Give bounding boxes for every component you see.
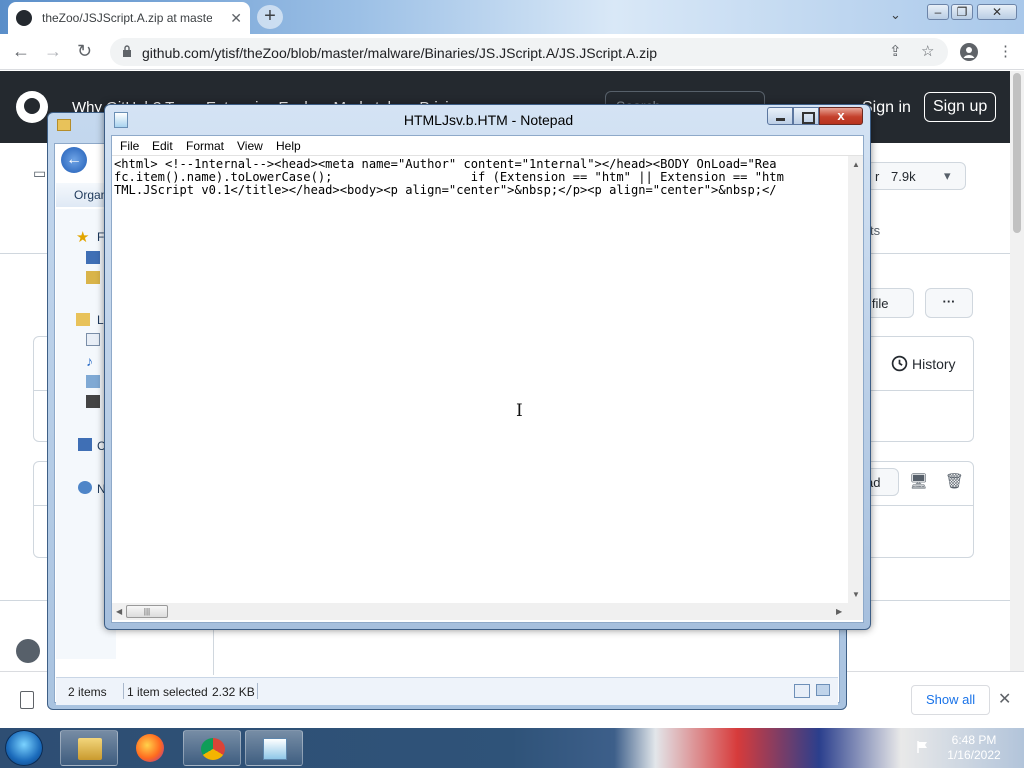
back-arrow-icon[interactable]: ←: [12, 41, 30, 62]
status-selected: 1 item selected: [127, 685, 208, 699]
start-button[interactable]: [5, 730, 43, 766]
status-item-count: 2 items: [68, 685, 107, 699]
history-clock-icon: [891, 355, 908, 372]
tab-partial-label[interactable]: ts: [870, 223, 880, 238]
desktop-nav-icon[interactable]: [86, 251, 100, 264]
browser-tab-title: theZoo/JSJScript.A.zip at master: [42, 11, 212, 25]
download-file-icon[interactable]: [20, 691, 34, 709]
profile-avatar-icon[interactable]: [960, 43, 978, 61]
notepad-window: HTMLJsv.b.HTM - Notepad x File Edit Form…: [104, 104, 871, 630]
browser-minimize-button[interactable]: –: [927, 4, 949, 20]
scroll-right-arrow-icon[interactable]: ▶: [836, 607, 842, 616]
details-view-icon[interactable]: [794, 684, 810, 698]
music-icon[interactable]: ♪: [86, 353, 93, 369]
taskbar-chrome-button[interactable]: [183, 730, 241, 766]
large-icons-view-icon[interactable]: [816, 684, 830, 696]
notepad-text-area[interactable]: <html> <!--1nternal--><head><meta name="…: [114, 158, 847, 603]
sign-up-button[interactable]: Sign up: [924, 92, 997, 122]
browser-restore-button[interactable]: ❐: [951, 4, 973, 20]
new-tab-button[interactable]: +: [257, 5, 283, 29]
bookmark-star-icon[interactable]: ☆: [921, 42, 934, 60]
notepad-horizontal-scrollbar[interactable]: ◀ ||| ▶: [112, 603, 848, 620]
github-logo-icon[interactable]: [16, 91, 48, 123]
menu-format[interactable]: Format: [186, 139, 224, 153]
desktop-icon[interactable]: 🖥: [909, 472, 928, 490]
page-scrollbar[interactable]: [1010, 71, 1024, 671]
lock-icon: [123, 45, 131, 57]
address-url: github.com/ytisf/theZoo/blob/master/malw…: [142, 45, 658, 61]
browser-close-button[interactable]: ✕: [977, 4, 1017, 20]
notepad-client: File Edit Format View Help <html> <!--1n…: [111, 135, 864, 623]
notepad-title: HTMLJsv.b.HTM - Notepad: [403, 112, 574, 128]
browser-toolbar: ← → ↻ github.com/ytisf/theZoo/blob/maste…: [0, 34, 1024, 70]
menu-file[interactable]: File: [120, 139, 139, 153]
fork-count: 7.9k: [891, 169, 916, 184]
documents-icon[interactable]: [86, 333, 100, 346]
computer-icon: [78, 438, 92, 451]
notepad-icon: [263, 738, 287, 760]
chrome-icon: [201, 738, 225, 760]
windows-taskbar: [0, 728, 1024, 768]
notepad-menubar: File Edit Format View Help: [112, 136, 863, 156]
notepad-close-button[interactable]: x: [819, 107, 863, 125]
network-icon: [78, 481, 92, 494]
trash-icon[interactable]: 🗑: [945, 472, 964, 490]
size-grip[interactable]: [848, 603, 863, 620]
repo-icon: ▭: [33, 165, 47, 181]
browser-tab-strip: theZoo/JSJScript.A.zip at master ✕ + ⌄ –…: [0, 0, 1024, 34]
text-cursor-icon: I: [516, 401, 523, 421]
show-all-downloads-button[interactable]: Show all: [911, 685, 991, 715]
menu-view[interactable]: View: [237, 139, 263, 153]
more-options-button[interactable]: ···: [925, 288, 973, 318]
explorer-status-bar: 2 items 1 item selected 2.32 KB: [56, 677, 838, 705]
notepad-maximize-button[interactable]: [793, 107, 819, 125]
taskbar-explorer-button[interactable]: [60, 730, 118, 766]
reload-icon[interactable]: ↻: [77, 41, 92, 62]
firefox-icon[interactable]: [136, 734, 164, 762]
libraries-icon: [76, 313, 90, 326]
browser-menu-icon[interactable]: ⋮: [998, 42, 1013, 60]
folder-icon: [57, 119, 71, 131]
history-link[interactable]: History: [912, 356, 956, 372]
tab-search-chevron-icon[interactable]: ⌄: [890, 7, 901, 23]
fork-label-partial: r: [875, 169, 880, 184]
horizontal-scroll-thumb[interactable]: |||: [126, 605, 168, 618]
explorer-back-icon[interactable]: ←: [61, 147, 87, 173]
browser-tab[interactable]: theZoo/JSJScript.A.zip at master ✕: [8, 2, 250, 34]
github-favicon-icon: [16, 10, 32, 26]
videos-icon[interactable]: [86, 395, 100, 408]
clock-time: 6:48 PM: [951, 733, 997, 747]
tab-close-icon[interactable]: ✕: [230, 10, 242, 27]
scroll-down-arrow-icon[interactable]: ▼: [852, 590, 860, 599]
github-footer-logo-icon[interactable]: [16, 639, 40, 663]
taskbar-notepad-button[interactable]: [245, 730, 303, 766]
clock-date: 1/16/2022: [947, 748, 1001, 762]
downloads-close-icon[interactable]: ✕: [998, 689, 1011, 709]
action-center-flag-icon[interactable]: [916, 740, 930, 754]
pictures-icon[interactable]: [86, 375, 100, 388]
scroll-up-arrow-icon[interactable]: ▲: [852, 160, 860, 169]
notepad-minimize-button[interactable]: [767, 107, 793, 125]
menu-edit[interactable]: Edit: [152, 139, 173, 153]
menu-help[interactable]: Help: [276, 139, 301, 153]
notepad-vertical-scrollbar[interactable]: ▲ ▼: [848, 156, 863, 603]
downloads-nav-icon[interactable]: [86, 271, 100, 284]
system-clock[interactable]: 6:48 PM 1/16/2022: [944, 733, 1004, 763]
status-size: 2.32 KB: [212, 685, 255, 699]
text-line: TML.JScript v0.1</title></head><body><p …: [114, 183, 777, 197]
favorites-star-icon: ★: [76, 229, 90, 246]
scroll-left-arrow-icon[interactable]: ◀: [116, 607, 122, 616]
chevron-down-icon[interactable]: ▾: [944, 168, 951, 184]
address-bar[interactable]: github.com/ytisf/theZoo/blob/master/malw…: [110, 38, 948, 66]
fork-counter[interactable]: r 7.9k ▾: [866, 162, 966, 190]
share-icon[interactable]: ⇪: [889, 42, 902, 60]
forward-arrow-icon[interactable]: →: [44, 41, 62, 62]
folder-icon: [78, 738, 102, 760]
